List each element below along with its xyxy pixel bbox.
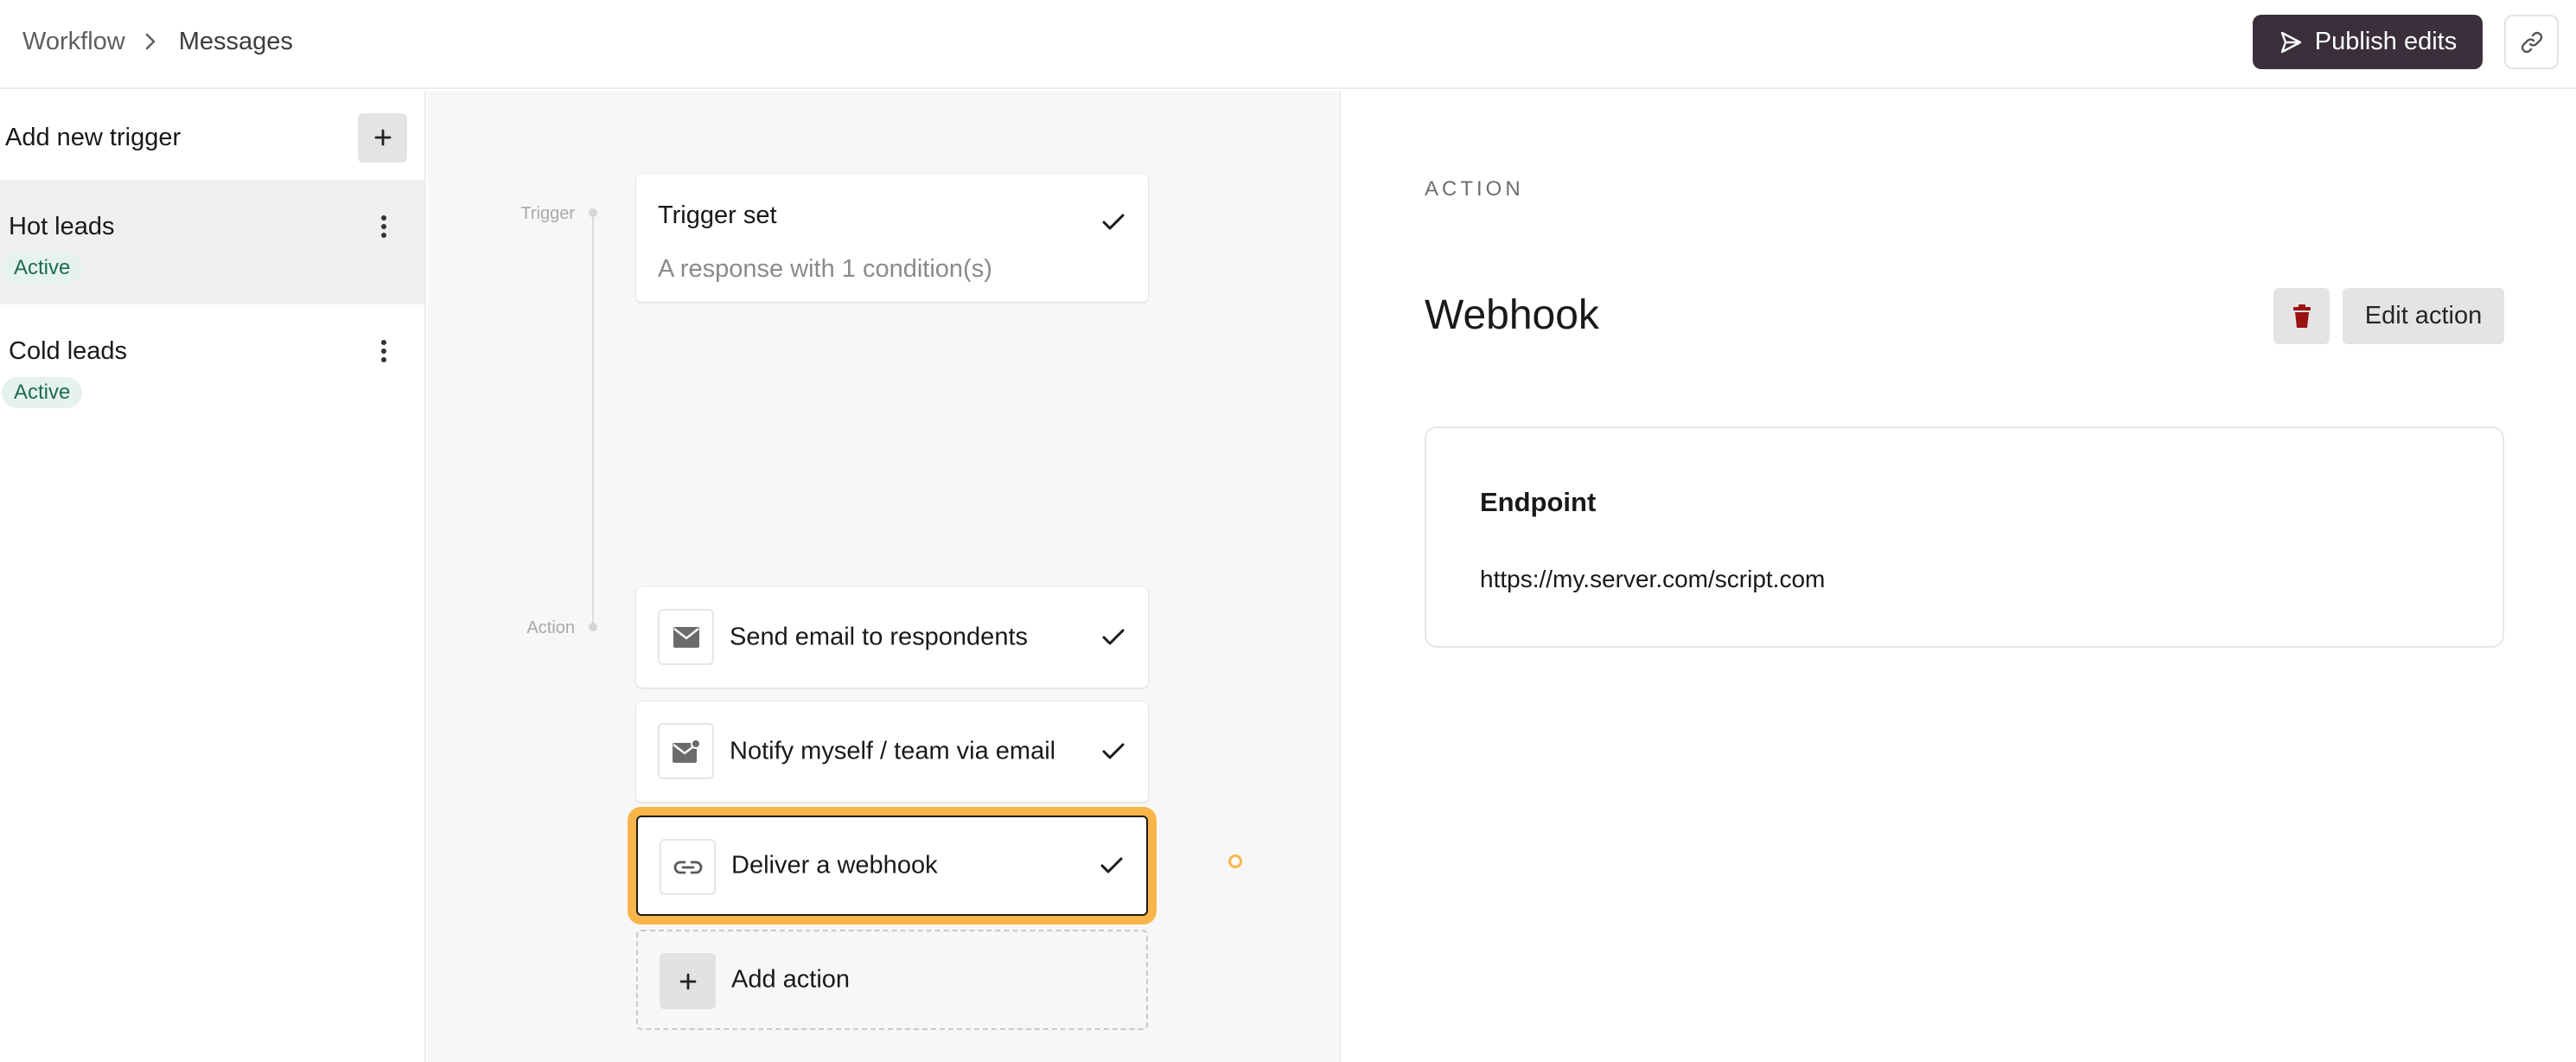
check-icon xyxy=(1100,855,1124,876)
check-icon xyxy=(1101,627,1125,648)
workflow-canvas: Trigger Action Trigger set A response wi… xyxy=(428,91,1341,1062)
endpoint-label: Endpoint xyxy=(1480,487,1597,517)
action-card-webhook[interactable]: Deliver a webhook xyxy=(636,816,1148,916)
endpoint-card: Endpoint https://my.server.com/script.co… xyxy=(1425,426,2504,648)
plus-icon xyxy=(373,128,392,147)
action-card-send-email[interactable]: Send email to respondents xyxy=(636,587,1148,688)
action-detail-panel: ACTION Webhook Edit action Endpoint http… xyxy=(1342,91,2576,1062)
check-icon xyxy=(1101,741,1125,762)
trigger-card-subtitle: A response with 1 condition(s) xyxy=(658,255,992,283)
trigger-name: Hot leads xyxy=(9,213,115,240)
trigger-name: Cold leads xyxy=(9,337,128,365)
status-badge: Active xyxy=(2,253,83,284)
add-action-button[interactable]: Add action xyxy=(636,930,1148,1030)
breadcrumb-workflow[interactable]: Workflow xyxy=(22,28,125,56)
copy-link-button[interactable] xyxy=(2504,15,2559,69)
delete-action-button[interactable] xyxy=(2273,288,2330,344)
edit-action-label: Edit action xyxy=(2364,302,2483,329)
action-card-title: Send email to respondents xyxy=(730,623,1028,651)
panel-title: Webhook xyxy=(1425,292,1599,338)
status-badge: Active xyxy=(2,377,83,408)
trigger-card-title: Trigger set xyxy=(658,202,777,229)
add-action-label: Add action xyxy=(731,965,851,994)
more-vertical-icon[interactable] xyxy=(370,209,398,244)
action-card-title: Notify myself / team via email xyxy=(730,737,1056,765)
more-vertical-icon[interactable] xyxy=(370,334,398,368)
sidebar-item-cold-leads[interactable]: Cold leads Active xyxy=(0,304,424,429)
link-icon xyxy=(2519,29,2545,55)
timeline-label-trigger: Trigger xyxy=(520,204,575,223)
top-bar: Workflow Messages Publish edits xyxy=(0,0,2576,89)
timeline-dot-action xyxy=(589,623,597,631)
sidebar-header: Add new trigger xyxy=(5,112,407,163)
trigger-sidebar: Add new trigger Hot leads Active Cold le… xyxy=(0,91,426,1062)
connector-handle[interactable] xyxy=(1228,854,1242,868)
publish-edits-button[interactable]: Publish edits xyxy=(2253,15,2483,69)
send-icon xyxy=(2279,30,2303,54)
sidebar-item-hot-leads[interactable]: Hot leads Active xyxy=(0,180,424,304)
chevron-right-icon xyxy=(144,32,156,51)
link-icon xyxy=(660,839,716,895)
timeline-line xyxy=(592,212,594,631)
breadcrumb: Workflow Messages xyxy=(22,26,293,57)
timeline-dot-trigger xyxy=(589,208,597,217)
action-card-notify-team[interactable]: Notify myself / team via email xyxy=(636,701,1148,802)
mail-notify-icon xyxy=(658,723,714,779)
action-card-title: Deliver a webhook xyxy=(731,851,938,880)
sidebar-title: Add new trigger xyxy=(5,123,182,151)
trigger-card[interactable]: Trigger set A response with 1 condition(… xyxy=(636,174,1148,302)
publish-edits-label: Publish edits xyxy=(2314,28,2458,55)
edit-action-button[interactable]: Edit action xyxy=(2343,288,2504,344)
plus-icon xyxy=(660,953,716,1009)
add-trigger-button[interactable] xyxy=(358,112,407,163)
panel-overline: ACTION xyxy=(1425,177,1524,201)
breadcrumb-messages[interactable]: Messages xyxy=(179,28,293,56)
endpoint-url: https://my.server.com/script.com xyxy=(1480,566,1826,592)
mail-icon xyxy=(658,609,714,665)
trash-icon xyxy=(2292,304,2311,329)
timeline-label-action: Action xyxy=(526,618,575,637)
check-icon xyxy=(1101,212,1125,233)
